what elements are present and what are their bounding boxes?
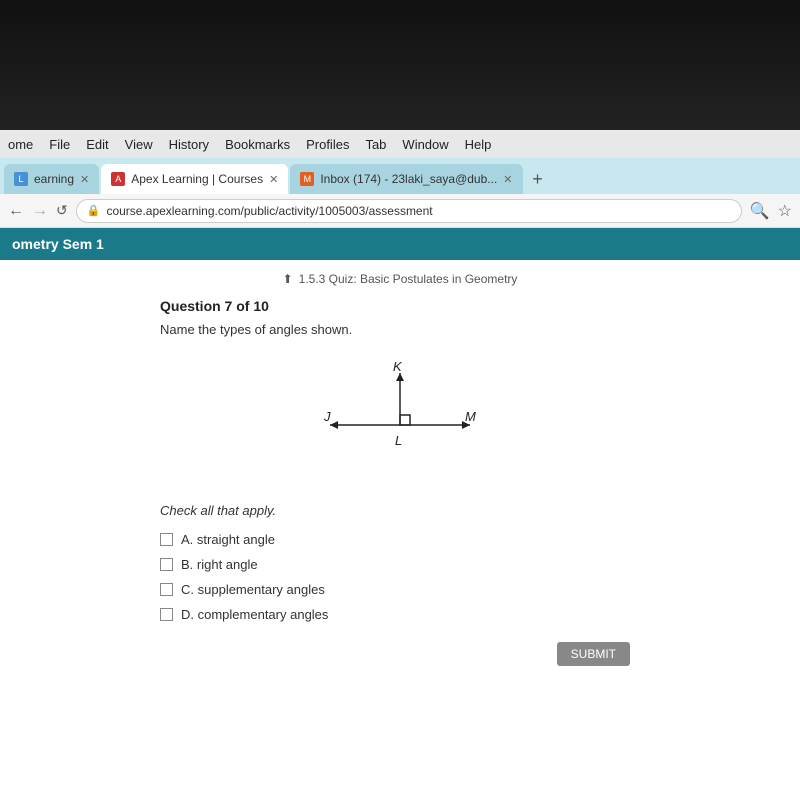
tab-inbox-label: Inbox (174) - 23laki_saya@dub...: [320, 172, 497, 186]
tab-inbox[interactable]: M Inbox (174) - 23laki_saya@dub... ✕: [290, 164, 522, 194]
menu-bookmarks[interactable]: Bookmarks: [225, 137, 290, 152]
search-icon[interactable]: 🔍: [750, 201, 770, 221]
menu-help[interactable]: Help: [465, 137, 492, 152]
tab-apex-close[interactable]: ✕: [269, 173, 278, 186]
checkbox-c[interactable]: [160, 583, 173, 596]
breadcrumb-bar: ometry Sem 1: [0, 228, 800, 260]
answer-a-label: A. straight angle: [181, 532, 275, 547]
breadcrumb-title: ometry Sem 1: [12, 236, 104, 252]
answer-option-d: D. complementary angles: [160, 607, 640, 622]
menu-edit[interactable]: Edit: [86, 137, 108, 152]
menu-profiles[interactable]: Profiles: [306, 137, 349, 152]
menu-home[interactable]: ome: [8, 137, 33, 152]
question-text: Name the types of angles shown.: [160, 322, 640, 337]
menu-history[interactable]: History: [169, 137, 209, 152]
bookmark-icon[interactable]: ☆: [778, 201, 792, 221]
answer-c-label: C. supplementary angles: [181, 582, 325, 597]
answer-option-b: B. right angle: [160, 557, 640, 572]
check-all-text: Check all that apply.: [160, 503, 640, 518]
menu-window[interactable]: Window: [402, 137, 448, 152]
tab-learning-favicon: L: [14, 172, 28, 186]
checkbox-b[interactable]: [160, 558, 173, 571]
submit-button[interactable]: SUBMIT: [557, 642, 630, 666]
main-content: ⬆ 1.5.3 Quiz: Basic Postulates in Geomet…: [0, 260, 800, 800]
quiz-label-icon: ⬆: [283, 272, 293, 286]
address-bar: ← → ↺ 🔒 course.apexlearning.com/public/a…: [0, 194, 800, 228]
tab-apex-label: Apex Learning | Courses: [131, 172, 263, 186]
tab-bar: L earning ✕ A Apex Learning | Courses ✕ …: [0, 158, 800, 194]
answer-d-label: D. complementary angles: [181, 607, 328, 622]
reload-button[interactable]: ↺: [56, 202, 68, 219]
tab-add-button[interactable]: +: [525, 166, 551, 192]
figure-svg: K J L M: [310, 353, 490, 483]
svg-text:L: L: [395, 433, 402, 448]
answer-option-c: C. supplementary angles: [160, 582, 640, 597]
address-bar-icons: 🔍 ☆: [750, 201, 792, 221]
tab-learning-close[interactable]: ✕: [80, 173, 89, 186]
menu-view[interactable]: View: [125, 137, 153, 152]
tab-inbox-favicon: M: [300, 172, 314, 186]
checkbox-d[interactable]: [160, 608, 173, 621]
svg-text:M: M: [465, 409, 476, 424]
tab-inbox-close[interactable]: ✕: [503, 173, 512, 186]
geometry-figure: K J L M: [160, 353, 640, 483]
menu-tab[interactable]: Tab: [365, 137, 386, 152]
question-container: Question 7 of 10 Name the types of angle…: [140, 298, 660, 666]
menu-bar: ome File Edit View History Bookmarks Pro…: [0, 130, 800, 158]
address-input[interactable]: 🔒 course.apexlearning.com/public/activit…: [76, 199, 742, 223]
question-number: Question 7 of 10: [160, 298, 640, 314]
tab-learning-label: earning: [34, 172, 74, 186]
tab-apex-favicon: A: [111, 172, 125, 186]
svg-text:K: K: [393, 359, 403, 374]
checkbox-a[interactable]: [160, 533, 173, 546]
quiz-label-text: 1.5.3 Quiz: Basic Postulates in Geometry: [299, 272, 518, 286]
tab-apex[interactable]: A Apex Learning | Courses ✕: [101, 164, 288, 194]
address-url: course.apexlearning.com/public/activity/…: [106, 204, 432, 218]
svg-text:J: J: [323, 409, 331, 424]
answer-b-label: B. right angle: [181, 557, 258, 572]
dark-top-area: [0, 0, 800, 130]
answer-option-a: A. straight angle: [160, 532, 640, 547]
tab-learning[interactable]: L earning ✕: [4, 164, 99, 194]
lock-icon: 🔒: [87, 204, 101, 217]
quiz-label: ⬆ 1.5.3 Quiz: Basic Postulates in Geomet…: [0, 272, 800, 286]
submit-area: SUBMIT: [160, 642, 640, 666]
back-button[interactable]: ←: [8, 202, 24, 220]
menu-file[interactable]: File: [49, 137, 70, 152]
forward-button[interactable]: →: [32, 202, 48, 220]
